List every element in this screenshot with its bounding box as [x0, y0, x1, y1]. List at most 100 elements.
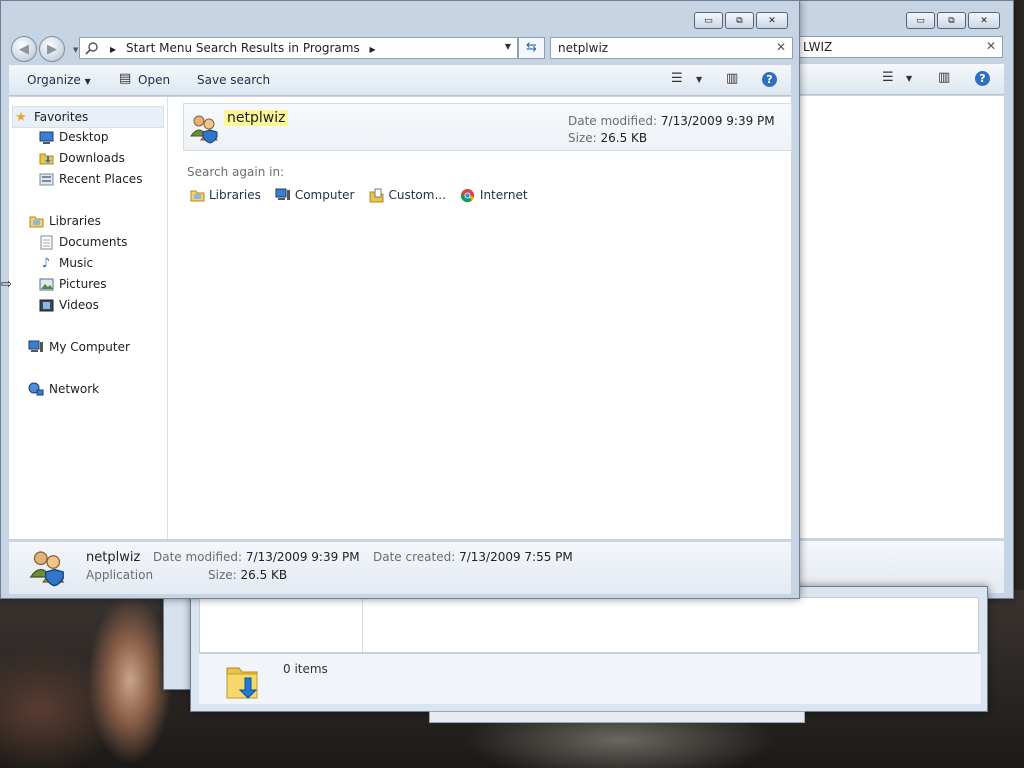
result-date-value: 7/13/2009 9:39 PM	[660, 114, 775, 128]
chrome-icon	[460, 187, 476, 203]
details-modified-value: 7/13/2009 9:39 PM	[245, 550, 360, 564]
details-created-label: Date created:	[373, 550, 456, 564]
refresh-button[interactable]: ⇆	[518, 37, 545, 59]
open-icon: ▤	[119, 71, 132, 86]
details-size-value: 26.5 KB	[240, 568, 288, 582]
nav-my-computer[interactable]: My Computer	[28, 337, 130, 357]
background-help-icon[interactable]: ?	[975, 71, 990, 86]
background-toolbar: ☰ ▼ ▥ ?	[798, 64, 1004, 95]
lower-explorer-window[interactable]: 0 items	[190, 586, 988, 712]
maximize-button[interactable]: ⧉	[725, 12, 754, 29]
navigation-pane: ★ Favorites Desktop Downloads Recent Plac…	[9, 97, 168, 539]
libraries-icon	[189, 187, 205, 203]
result-date-modified: Date modified: 7/13/2009 9:39 PM	[568, 114, 775, 128]
background-view-options-icon[interactable]: ☰	[882, 70, 894, 85]
computer-icon	[28, 339, 44, 355]
items-count: 0 items	[283, 662, 328, 676]
caption-buttons: ▭ ⧉ ✕	[694, 12, 788, 29]
nav-my-computer-label: My Computer	[49, 340, 130, 354]
details-date-created: Date created: 7/13/2009 7:55 PM	[373, 550, 573, 564]
desktop-icon	[38, 129, 54, 145]
downloads-icon	[38, 150, 54, 166]
search-again-custom[interactable]: Custom...	[368, 187, 446, 203]
save-search-button[interactable]: Save search	[197, 73, 270, 87]
background-maximize-button[interactable]: ⧉	[937, 12, 966, 29]
search-box[interactable]: ✕	[550, 37, 793, 59]
custom-folder-icon	[368, 187, 384, 203]
search-again-libraries[interactable]: Libraries	[189, 187, 261, 203]
nav-music[interactable]: ♪ Music	[38, 253, 93, 273]
nav-documents[interactable]: Documents	[38, 232, 127, 252]
back-button[interactable]: ◀	[11, 36, 37, 62]
mouse-cursor-icon: ⇨	[1, 277, 12, 292]
search-input[interactable]	[556, 40, 760, 56]
details-type: Application	[86, 568, 153, 582]
nav-pictures[interactable]: Pictures	[38, 274, 107, 294]
breadcrumb-separator-icon[interactable]: ▶	[370, 45, 376, 54]
nav-downloads[interactable]: Downloads	[38, 148, 125, 168]
details-date-modified: Date modified: 7/13/2009 9:39 PM	[153, 550, 360, 564]
preview-pane-icon[interactable]: ▥	[726, 71, 738, 86]
search-result-item[interactable]: netplwiz Date modified: 7/13/2009 9:39 P…	[183, 103, 792, 151]
background-view-dropdown-icon[interactable]: ▼	[906, 74, 912, 83]
background-search-box[interactable]: ✕	[798, 36, 1005, 58]
view-dropdown-icon[interactable]: ▼	[696, 75, 702, 84]
nav-recent-places[interactable]: Recent Places	[38, 169, 142, 189]
breadcrumb: ▶ Start Menu Search Results in Programs …	[104, 41, 382, 55]
clear-search-icon[interactable]: ✕	[776, 40, 786, 54]
network-icon	[28, 381, 44, 397]
search-again-internet-label: Internet	[479, 188, 528, 202]
nav-videos-label: Videos	[59, 298, 99, 312]
nav-libraries-label: Libraries	[49, 214, 101, 228]
nav-favorites-label: Favorites	[34, 110, 89, 124]
nav-network[interactable]: Network	[28, 379, 99, 399]
nav-desktop[interactable]: Desktop	[38, 127, 109, 147]
background-search-input[interactable]	[801, 39, 1005, 55]
breadcrumb-search-results[interactable]: Search Results in Programs	[196, 41, 360, 55]
search-again-custom-label: Custom...	[388, 188, 446, 202]
close-button[interactable]: ✕	[756, 12, 788, 29]
address-dropdown-icon[interactable]: ▼	[505, 42, 511, 51]
computer-icon	[275, 187, 291, 203]
nav-videos[interactable]: Videos	[38, 295, 99, 315]
breadcrumb-start-menu[interactable]: Start Menu	[126, 41, 192, 55]
details-name: netplwiz	[86, 550, 141, 565]
open-button[interactable]: Open	[138, 73, 170, 87]
background-minimize-button[interactable]: ▭	[906, 12, 935, 29]
organize-button[interactable]: Organize ▼	[27, 73, 91, 87]
nav-desktop-label: Desktop	[59, 130, 109, 144]
search-again-label: Search again in:	[187, 165, 285, 179]
forward-button[interactable]: ▶	[39, 36, 65, 62]
explorer-window: ▭ ⧉ ✕ ◀ ▶ ▼ ▶ Start Menu Search Results …	[0, 0, 800, 599]
nav-favorites[interactable]: ★ Favorites	[12, 106, 164, 128]
favorites-star-icon: ★	[15, 109, 27, 125]
minimize-button[interactable]: ▭	[694, 12, 723, 29]
result-name[interactable]: netplwiz	[224, 110, 289, 126]
downloads-folder-icon	[226, 667, 258, 699]
lower-details-pane: 0 items	[199, 653, 981, 704]
background-clear-search-icon[interactable]: ✕	[986, 39, 996, 53]
view-options-icon[interactable]: ☰	[671, 71, 683, 86]
address-bar[interactable]: ▶ Start Menu Search Results in Programs …	[79, 37, 518, 59]
search-again-internet[interactable]: Internet	[460, 187, 528, 203]
videos-icon	[38, 297, 54, 313]
recent-pages-dropdown-icon[interactable]: ▼	[73, 46, 78, 54]
lower-content-pane	[199, 597, 979, 653]
pictures-icon	[38, 276, 54, 292]
details-modified-label: Date modified:	[153, 550, 243, 564]
recent-places-icon	[38, 171, 54, 187]
details-pane: netplwiz Application Date modified: 7/13…	[9, 541, 791, 594]
background-caption-buttons: ▭ ⧉ ✕	[906, 12, 1000, 29]
search-again-computer[interactable]: Computer	[275, 187, 354, 203]
background-preview-pane-icon[interactable]: ▥	[938, 70, 950, 85]
nav-libraries[interactable]: Libraries	[28, 211, 101, 231]
nav-recent-places-label: Recent Places	[59, 172, 143, 186]
lower-window-scrollbar[interactable]	[429, 711, 805, 723]
breadcrumb-separator-icon[interactable]: ▶	[110, 45, 116, 54]
nav-downloads-label: Downloads	[59, 151, 125, 165]
libraries-icon	[28, 213, 44, 229]
documents-icon	[38, 234, 54, 250]
command-bar: Organize ▼ ▤ Open Save search ☰ ▼ ▥ ?	[9, 65, 791, 96]
background-close-button[interactable]: ✕	[968, 12, 1000, 29]
help-icon[interactable]: ?	[762, 72, 777, 87]
